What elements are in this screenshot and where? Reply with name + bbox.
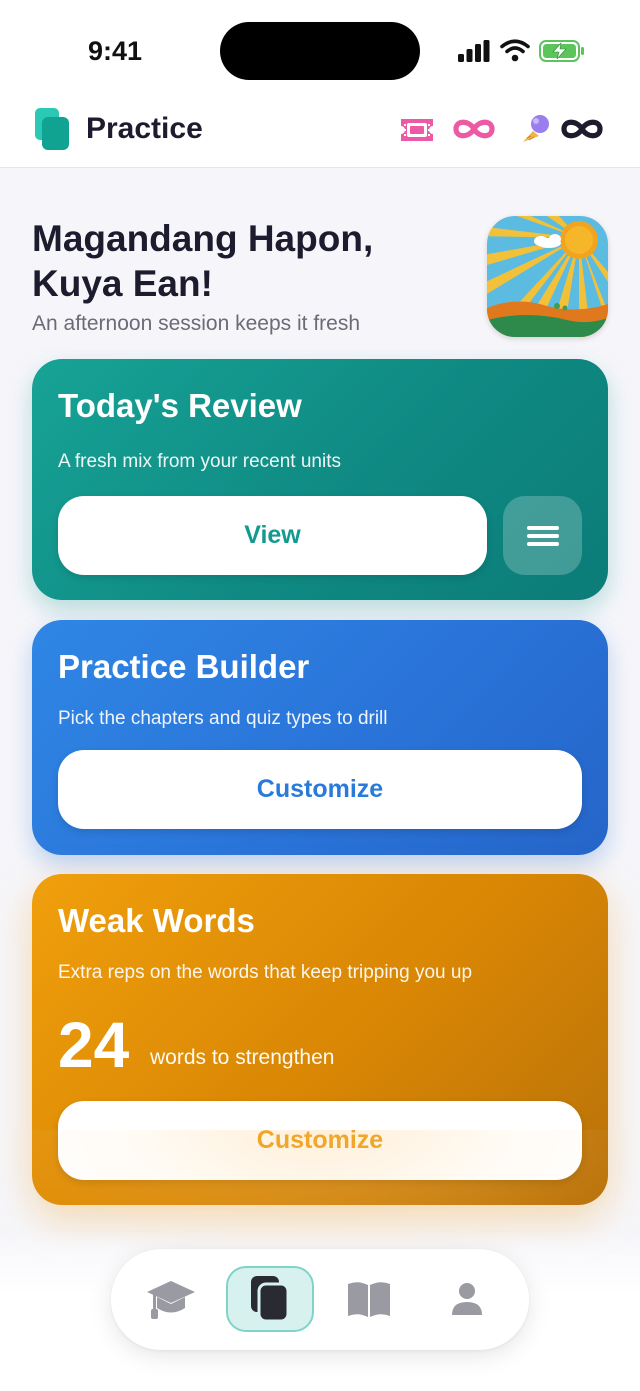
weak-words-count-label: words to strengthen: [150, 1046, 335, 1069]
weak-words-title: Weak Words: [58, 902, 255, 939]
review-menu-button[interactable]: [503, 496, 582, 575]
graduation-cap-icon: [147, 1281, 195, 1319]
practice-builder-title: Practice Builder: [58, 648, 310, 685]
practice-builder-card: Practice Builder Pick the chapters and q…: [32, 620, 608, 855]
todays-review-title: Today's Review: [58, 387, 302, 424]
tab-library[interactable]: [325, 1266, 413, 1332]
page-title: Practice: [86, 112, 203, 145]
cellular-signal-icon: [458, 40, 490, 62]
weak-words-count: 24: [58, 1009, 130, 1081]
battery-charging-icon: [539, 40, 584, 62]
tab-bar: [111, 1249, 529, 1350]
sun-landscape-icon: [487, 216, 608, 337]
todays-review-card: Today's Review A fresh mix from your rec…: [32, 359, 608, 600]
status-time: 9:41: [88, 36, 143, 66]
dynamic-island: [220, 22, 420, 80]
ticket-icon[interactable]: [398, 116, 436, 144]
app-header: Practice: [0, 100, 640, 168]
greeting-subtitle: An afternoon session keeps it fresh: [32, 312, 361, 335]
wifi-icon: [500, 39, 530, 62]
tab-profile[interactable]: [423, 1266, 511, 1332]
tab-learn[interactable]: [127, 1266, 215, 1332]
hamburger-menu-icon: [526, 525, 559, 546]
infinity-icon: [453, 119, 495, 139]
weak-words-description: Extra reps on the words that keep trippi…: [58, 962, 473, 983]
greeting-line-1: Magandang Hapon,: [32, 218, 374, 259]
person-icon: [452, 1283, 482, 1315]
infinity-icon: [561, 119, 603, 139]
todays-review-description: A fresh mix from your recent units: [58, 451, 341, 472]
greeting-heading: Magandang Hapon, Kuya Ean!: [32, 216, 452, 306]
practice-builder-description: Pick the chapters and quiz types to dril…: [58, 708, 388, 729]
cards-icon: [35, 108, 69, 150]
view-button[interactable]: View: [58, 496, 487, 575]
ice-cream-icon[interactable]: [521, 114, 551, 144]
status-bar: 9:41: [0, 0, 640, 100]
book-icon: [348, 1282, 390, 1317]
greeting-line-2: Kuya Ean!: [32, 263, 213, 304]
cards-icon: [251, 1276, 290, 1323]
tab-practice[interactable]: [226, 1266, 314, 1332]
practice-builder-customize-button[interactable]: Customize: [58, 750, 582, 829]
